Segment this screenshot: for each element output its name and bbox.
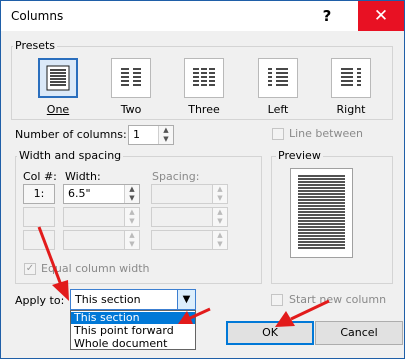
spin-up-icon[interactable]: ▲ xyxy=(125,185,139,194)
preset-label-two: Two xyxy=(120,103,142,116)
left-columns-icon xyxy=(268,68,288,86)
apply-to-dropdown-list: This section This point forward Whole do… xyxy=(70,310,196,350)
width-value-1: 6.5" xyxy=(68,187,91,200)
dropdown-option-whole-document[interactable]: Whole document xyxy=(71,338,195,350)
cancel-button[interactable]: Cancel xyxy=(315,321,403,345)
dropdown-option-this-point-forward[interactable]: This point forward xyxy=(71,325,195,337)
width-spinner-1[interactable]: 6.5" ▲ ▼ xyxy=(63,184,140,204)
close-icon: ✕ xyxy=(373,6,389,26)
width-spacing-title: Width and spacing xyxy=(17,149,124,162)
col-number-3 xyxy=(23,230,55,250)
equal-width-checkbox: ✓ xyxy=(24,263,36,275)
spin-down-icon: ▼ xyxy=(217,217,223,225)
dropdown-option-this-section[interactable]: This section xyxy=(71,312,195,324)
right-columns-icon xyxy=(341,68,361,86)
spacing-arrows-3: ▲ ▼ xyxy=(212,231,227,249)
preset-right[interactable] xyxy=(331,58,371,98)
width-arrows-1[interactable]: ▲ ▼ xyxy=(124,185,139,203)
three-columns-icon xyxy=(193,68,215,86)
preset-label-three: Three xyxy=(188,103,220,116)
col-header: Col #: xyxy=(23,170,57,183)
spin-up-icon: ▲ xyxy=(217,208,223,216)
width-spinner-3: ▲ ▼ xyxy=(63,230,140,250)
col-number-1: 1: xyxy=(23,184,55,204)
preset-three[interactable] xyxy=(184,58,224,98)
columns-dialog: Columns ? ✕ Presets One Two Three Left R… xyxy=(0,0,405,359)
preset-label-left: Left xyxy=(267,103,289,116)
close-button[interactable]: ✕ xyxy=(358,1,404,31)
chevron-down-icon: ▼ xyxy=(182,294,191,305)
width-spinner-2: ▲ ▼ xyxy=(63,207,140,227)
spin-down-icon: ▼ xyxy=(129,217,135,225)
spin-up-icon: ▲ xyxy=(129,231,135,239)
apply-to-value: This section xyxy=(75,293,141,306)
two-columns-icon xyxy=(121,68,141,86)
help-button[interactable]: ? xyxy=(305,1,349,31)
line-between-checkbox[interactable] xyxy=(272,128,284,140)
window-title: Columns xyxy=(11,9,64,23)
start-new-column-checkbox xyxy=(271,294,283,306)
spacing-spinner-1: ▲ ▼ xyxy=(151,184,228,204)
spin-down-icon: ▼ xyxy=(129,240,135,248)
number-of-columns-label: Number of columns: xyxy=(15,128,127,141)
spin-down-icon: ▼ xyxy=(217,240,223,248)
spin-up-icon: ▲ xyxy=(217,185,223,193)
spin-up-icon: ▲ xyxy=(217,231,223,239)
one-column-icon xyxy=(46,65,70,91)
spin-down-icon[interactable]: ▼ xyxy=(159,135,173,144)
line-between-label: Line between xyxy=(289,127,363,140)
start-new-column-label: Start new column xyxy=(289,293,387,306)
spacing-arrows-1: ▲ ▼ xyxy=(212,185,227,203)
apply-to-dropdown-button[interactable]: ▼ xyxy=(177,290,195,309)
preset-label-right: Right xyxy=(336,103,366,116)
number-of-columns-value: 1 xyxy=(133,128,140,141)
width-header: Width: xyxy=(65,170,101,183)
col-number-2 xyxy=(23,207,55,227)
title-bar: Columns ? ✕ xyxy=(1,1,404,31)
preset-left[interactable] xyxy=(258,58,298,98)
spin-up-icon[interactable]: ▲ xyxy=(159,126,173,135)
spin-up-icon: ▲ xyxy=(129,208,135,216)
preset-two[interactable] xyxy=(111,58,151,98)
spacing-header: Spacing: xyxy=(152,170,200,183)
equal-width-label: Equal column width xyxy=(41,262,150,275)
apply-to-select[interactable]: This section ▼ xyxy=(70,289,196,310)
preset-one[interactable] xyxy=(38,58,78,98)
presets-group-title: Presets xyxy=(13,39,58,52)
spacing-spinner-3: ▲ ▼ xyxy=(151,230,228,250)
preview-page xyxy=(290,168,353,258)
spin-down-icon[interactable]: ▼ xyxy=(125,194,139,203)
number-of-columns-spinner[interactable]: 1 ▲ ▼ xyxy=(128,125,174,145)
apply-to-label: Apply to: xyxy=(15,294,65,307)
width-arrows-3: ▲ ▼ xyxy=(124,231,139,249)
spacing-arrows-2: ▲ ▼ xyxy=(212,208,227,226)
spin-down-icon: ▼ xyxy=(217,194,223,202)
preview-page-lines xyxy=(298,175,345,249)
ok-button[interactable]: OK xyxy=(226,321,314,345)
spacing-spinner-2: ▲ ▼ xyxy=(151,207,228,227)
number-of-columns-arrows[interactable]: ▲ ▼ xyxy=(158,126,173,144)
preset-label-one: One xyxy=(46,103,70,116)
preview-title: Preview xyxy=(276,149,323,162)
width-arrows-2: ▲ ▼ xyxy=(124,208,139,226)
